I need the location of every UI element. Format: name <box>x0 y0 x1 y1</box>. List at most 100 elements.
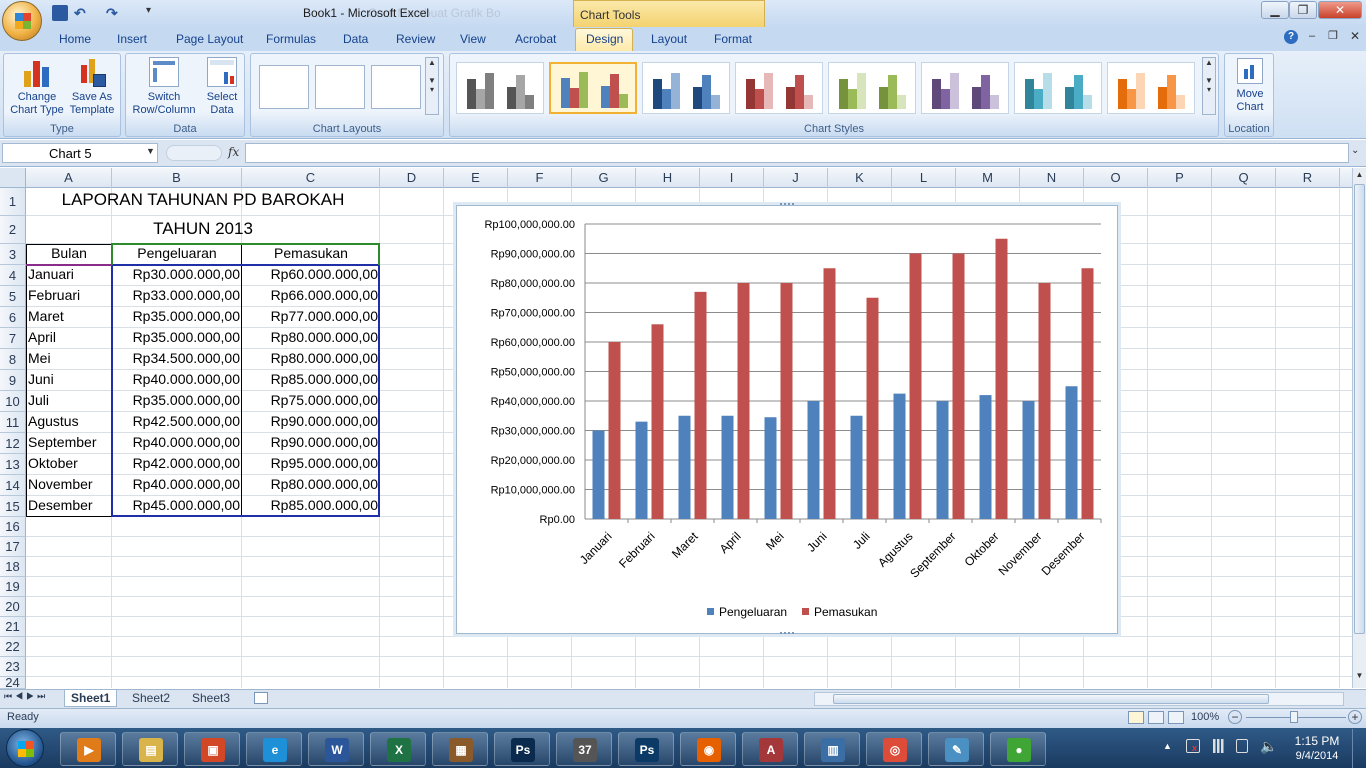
expense-cell[interactable]: Rp35.000.000,00 <box>112 329 242 345</box>
header-cell-bulan[interactable]: Bulan <box>26 245 112 261</box>
income-cell[interactable]: Rp66.000.000,00 <box>242 287 380 303</box>
customize-qat-icon[interactable]: ▾ <box>146 5 162 21</box>
start-button[interactable] <box>6 729 44 767</box>
row-header-8[interactable]: 8 <box>0 349 26 370</box>
row-header-15[interactable]: 15 <box>0 496 26 517</box>
chart-style-8[interactable] <box>1107 62 1195 114</box>
expense-cell[interactable]: Rp33.000.000,00 <box>112 287 242 303</box>
taskbar-app[interactable]: ✎ <box>928 732 984 766</box>
chart-style-7[interactable] <box>1014 62 1102 114</box>
tab-design[interactable]: Design <box>586 32 623 46</box>
zoom-out-icon[interactable]: − <box>1228 710 1242 724</box>
action-center-icon[interactable]: x <box>1186 739 1200 753</box>
taskbar-app[interactable]: ◎ <box>866 732 922 766</box>
tab-review[interactable]: Review <box>396 32 435 46</box>
zoom-level[interactable]: 100% <box>1191 711 1219 723</box>
income-cell[interactable]: Rp95.000.000,00 <box>242 455 380 471</box>
taskbar-app[interactable]: ▦ <box>432 732 488 766</box>
insert-sheet-icon[interactable] <box>254 692 268 704</box>
taskbar-app[interactable]: X <box>370 732 426 766</box>
row-header-23[interactable]: 23 <box>0 657 26 677</box>
taskbar-app[interactable]: ▣ <box>184 732 240 766</box>
normal-view-icon[interactable] <box>1128 711 1144 724</box>
battery-icon[interactable] <box>1236 739 1248 753</box>
switch-row-column-button[interactable]: Switch Row/Column <box>128 57 200 117</box>
row-header-21[interactable]: 21 <box>0 617 26 637</box>
chart-style-3[interactable] <box>642 62 730 114</box>
column-header-g[interactable]: G <box>572 168 636 188</box>
row-header-4[interactable]: 4 <box>0 265 26 286</box>
row-header-6[interactable]: 6 <box>0 307 26 328</box>
formula-input[interactable] <box>245 143 1349 163</box>
save-icon[interactable] <box>52 5 68 21</box>
close-button[interactable]: ✕ <box>1318 1 1362 19</box>
styles-gallery-scroll[interactable]: ▲ ▼ ▾ <box>1202 57 1216 115</box>
income-cell[interactable]: Rp90.000.000,00 <box>242 434 380 450</box>
row-header-16[interactable]: 16 <box>0 517 26 537</box>
clock-time[interactable]: 1:15 PM <box>1292 734 1342 748</box>
expense-cell[interactable]: Rp40.000.000,00 <box>112 434 242 450</box>
income-cell[interactable]: Rp90.000.000,00 <box>242 413 380 429</box>
help-icon[interactable]: ? <box>1284 30 1298 44</box>
name-box-dropdown-icon[interactable]: ▼ <box>146 146 155 156</box>
chart-layout-3[interactable] <box>371 65 421 109</box>
expense-cell[interactable]: Rp35.000.000,00 <box>112 308 242 324</box>
expense-cell[interactable]: Rp45.000.000,00 <box>112 497 242 513</box>
row-header-19[interactable]: 19 <box>0 577 26 597</box>
tab-formulas[interactable]: Formulas <box>266 32 316 46</box>
expense-cell[interactable]: Rp30.000.000,00 <box>112 266 242 282</box>
volume-icon[interactable]: 🔈 <box>1260 738 1277 755</box>
change-chart-type-button[interactable]: Change Chart Type <box>8 57 66 117</box>
income-cell[interactable]: Rp85.000.000,00 <box>242 371 380 387</box>
undo-icon[interactable]: ↶ <box>74 5 90 21</box>
column-header-q[interactable]: Q <box>1212 168 1276 188</box>
income-cell[interactable]: Rp75.000.000,00 <box>242 392 380 408</box>
move-chart-button[interactable]: Move Chart <box>1227 58 1273 114</box>
taskbar-app[interactable]: A <box>742 732 798 766</box>
chart-layout-2[interactable] <box>315 65 365 109</box>
page-layout-view-icon[interactable] <box>1148 711 1164 724</box>
column-header-e[interactable]: E <box>444 168 508 188</box>
scroll-down-icon[interactable]: ▼ <box>1354 671 1365 685</box>
header-cell-pengeluaran[interactable]: Pengeluaran <box>112 245 242 261</box>
row-header-12[interactable]: 12 <box>0 433 26 454</box>
minimize-button[interactable]: ▁ <box>1261 1 1289 19</box>
column-header-m[interactable]: M <box>956 168 1020 188</box>
month-cell[interactable]: Desember <box>26 497 112 513</box>
expense-cell[interactable]: Rp42.500.000,00 <box>112 413 242 429</box>
zoom-in-icon[interactable]: + <box>1348 710 1362 724</box>
column-header-h[interactable]: H <box>636 168 700 188</box>
tab-insert[interactable]: Insert <box>117 32 147 46</box>
column-header-b[interactable]: B <box>112 168 242 188</box>
row-header-2[interactable]: 2 <box>0 216 26 244</box>
column-header-i[interactable]: I <box>700 168 764 188</box>
ribbon-minimize-icon[interactable]: – <box>1309 30 1315 42</box>
formula-bar-divider-handle[interactable] <box>166 145 222 161</box>
income-cell[interactable]: Rp85.000.000,00 <box>242 497 380 513</box>
column-header-l[interactable]: L <box>892 168 956 188</box>
tab-layout[interactable]: Layout <box>651 32 687 46</box>
expense-cell[interactable]: Rp34.500.000,00 <box>112 350 242 366</box>
chart-resize-handle-bottom[interactable] <box>780 632 794 636</box>
chart-style-1[interactable] <box>456 62 544 114</box>
horizontal-scrollbar[interactable] <box>814 692 1344 706</box>
tab-page-layout[interactable]: Page Layout <box>176 32 243 46</box>
taskbar-app[interactable]: 37 <box>556 732 612 766</box>
column-header-a[interactable]: A <box>26 168 112 188</box>
income-cell[interactable]: Rp80.000.000,00 <box>242 476 380 492</box>
month-cell[interactable]: Maret <box>26 308 112 324</box>
name-box[interactable]: Chart 5 <box>2 143 158 163</box>
chart-style-6[interactable] <box>921 62 1009 114</box>
redo-icon[interactable]: ↷ <box>106 5 122 21</box>
network-icon[interactable] <box>1210 739 1226 753</box>
month-cell[interactable]: Februari <box>26 287 112 303</box>
zoom-slider-thumb[interactable] <box>1290 711 1298 723</box>
taskbar-app[interactable]: Ps <box>494 732 550 766</box>
chart-resize-handle-top[interactable] <box>780 203 794 207</box>
column-header-j[interactable]: J <box>764 168 828 188</box>
expand-formula-bar-icon[interactable]: ⌄ <box>1351 145 1359 156</box>
tab-data[interactable]: Data <box>343 32 368 46</box>
month-cell[interactable]: Juli <box>26 392 112 408</box>
show-desktop-button[interactable] <box>1352 729 1366 768</box>
month-cell[interactable]: September <box>26 434 112 450</box>
